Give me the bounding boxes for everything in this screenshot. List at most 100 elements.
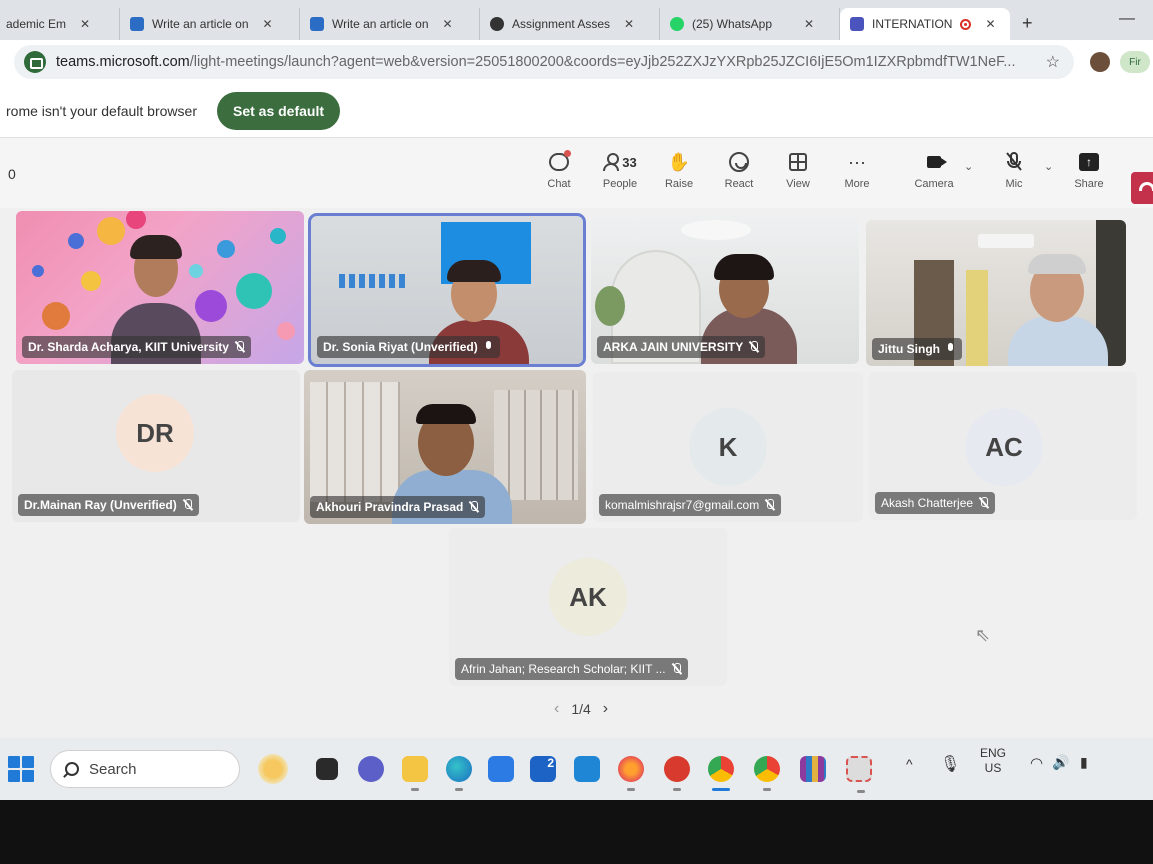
chrome-profile-icon[interactable] [754, 756, 780, 791]
participant-hair [714, 254, 774, 280]
camera-options-chevron-icon[interactable]: ⌄ [964, 160, 973, 173]
camera-button[interactable]: Camera [906, 150, 962, 190]
raise-label: Raise [664, 178, 694, 190]
participant-tile[interactable]: ARKA JAIN UNIVERSITY [591, 216, 859, 364]
avatar: AK [549, 558, 627, 636]
omnibox[interactable]: teams.microsoft.com/light-meetings/launc… [14, 45, 1074, 79]
battery-icon[interactable]: ▮ [1080, 754, 1088, 771]
share-button[interactable]: ↑ Share [1061, 150, 1117, 190]
name-tag: Dr. Sonia Riyat (Unverified) [317, 336, 500, 358]
view-button[interactable]: View [770, 150, 826, 190]
participant-name: ARKA JAIN UNIVERSITY [603, 340, 744, 354]
tab-write-article-1[interactable]: Write an article on ✕ [120, 8, 300, 40]
people-count: 33 [622, 154, 637, 170]
raise-hand-button[interactable]: ✋ Raise [651, 150, 707, 191]
taskbar-search[interactable]: Search [50, 750, 240, 788]
address-bar-row: teams.microsoft.com/light-meetings/launc… [0, 40, 1153, 84]
profile-button[interactable]: Fir [1120, 51, 1150, 73]
bookmark-star-icon[interactable]: ☆ [1046, 52, 1060, 72]
mic-muted-icon [765, 499, 775, 511]
share-icon: ↑ [1079, 153, 1099, 171]
chrome-icon[interactable] [708, 756, 734, 791]
snipping-tool-icon[interactable] [846, 756, 872, 793]
close-icon[interactable]: ✕ [804, 17, 814, 31]
grid-view-icon [789, 153, 807, 171]
participant-tile[interactable]: Jittu Singh [866, 220, 1126, 366]
gallery-pager: ‹ 1/4 › [554, 700, 608, 718]
widgets-icon[interactable] [258, 754, 288, 784]
close-icon[interactable]: ✕ [985, 17, 995, 31]
chat-icon [549, 150, 571, 171]
people-button[interactable]: 33 People [592, 150, 648, 190]
avatar: K [689, 408, 767, 486]
start-quadrant [22, 756, 34, 768]
camera-icon [927, 156, 947, 168]
new-tab-button[interactable]: + [1022, 13, 1033, 34]
next-page-button[interactable]: › [603, 700, 608, 718]
participant-hair [130, 235, 182, 259]
window-panel-right [494, 390, 578, 500]
tab-whatsapp[interactable]: (25) WhatsApp ✕ [660, 8, 840, 40]
firefox-icon[interactable] [618, 756, 644, 791]
wps-office-icon[interactable] [664, 756, 690, 791]
file-explorer-icon[interactable] [402, 756, 428, 791]
microphone-tray-icon[interactable]: 🎙 [940, 754, 960, 774]
url-text[interactable]: teams.microsoft.com/light-meetings/launc… [56, 54, 1036, 70]
language-indicator[interactable]: ENG US [980, 746, 1006, 776]
participant-tile-active-speaker[interactable]: Dr. Sonia Riyat (Unverified) [308, 213, 586, 367]
participant-tile[interactable]: Akhouri Pravindra Prasad [304, 370, 586, 524]
avatar: DR [116, 394, 194, 472]
previous-page-button[interactable]: ‹ [554, 700, 559, 718]
close-icon[interactable]: ✕ [624, 17, 634, 31]
extension-icon[interactable] [1090, 52, 1110, 72]
participant-tile[interactable]: K komalmishrajsr7@gmail.com [593, 372, 863, 522]
mic-muted-icon [672, 663, 682, 675]
task-view-icon[interactable] [316, 758, 338, 780]
participant-tile[interactable]: DR Dr.Mainan Ray (Unverified) [12, 370, 300, 522]
leave-call-button[interactable] [1131, 172, 1153, 204]
winrar-icon[interactable] [800, 756, 826, 782]
mic-muted-icon [469, 501, 479, 513]
volume-icon[interactable]: 🔊 [1052, 754, 1069, 771]
participant-tile[interactable]: AK Afrin Jahan; Research Scholar; KIIT .… [449, 528, 727, 686]
teams-chat-icon[interactable] [358, 756, 384, 782]
edge-icon[interactable] [446, 756, 472, 791]
mic-muted-icon [749, 341, 759, 353]
ceiling-light [681, 220, 751, 240]
close-icon[interactable]: ✕ [263, 17, 273, 31]
name-tag: Akhouri Pravindra Prasad [310, 496, 486, 518]
react-button[interactable]: React [711, 150, 767, 190]
mic-button[interactable]: Mic [986, 150, 1042, 190]
minimize-button[interactable]: — [1119, 10, 1135, 28]
participant-name: Akash Chatterjee [881, 496, 974, 510]
store-icon[interactable] [488, 756, 514, 782]
mic-options-chevron-icon[interactable]: ⌄ [1044, 160, 1053, 173]
wifi-icon[interactable]: ◠ [1030, 754, 1043, 772]
tab-assignment[interactable]: Assignment Asses ✕ [480, 8, 660, 40]
close-icon[interactable]: ✕ [443, 17, 453, 31]
more-button[interactable]: ··· More [829, 150, 885, 191]
tab-write-article-2[interactable]: Write an article on ✕ [300, 8, 480, 40]
chat-button[interactable]: Chat [531, 150, 587, 190]
tab-title: Assignment Asses [512, 17, 611, 31]
site-info-icon[interactable] [24, 51, 46, 73]
participant-name: Afrin Jahan; Research Scholar; KIIT ... [461, 662, 666, 676]
tab-international[interactable]: INTERNATION ✕ [840, 8, 1010, 40]
start-button[interactable] [8, 756, 34, 782]
close-icon[interactable]: ✕ [80, 17, 90, 31]
people-label: People [602, 178, 638, 190]
lenovo-icon[interactable]: 2 [530, 756, 556, 782]
mouse-cursor-icon: ⇖ [975, 625, 991, 645]
start-quadrant [8, 770, 20, 782]
outlook-icon[interactable] [574, 756, 600, 782]
ac-unit [978, 234, 1034, 248]
url-path: /light-meetings/launch?agent=web&version… [189, 54, 1016, 70]
mic-label: Mic [1005, 178, 1023, 190]
whatsapp-icon [670, 17, 684, 31]
participant-tile[interactable]: AC Akash Chatterjee [869, 372, 1137, 520]
tab-academic[interactable]: ademic Em ✕ [0, 8, 120, 40]
participant-tile[interactable]: Dr. Sharda Acharya, KIIT University [16, 211, 304, 364]
name-tag: komalmishrajsr7@gmail.com [599, 494, 782, 516]
tray-overflow-chevron-icon[interactable]: ^ [906, 756, 913, 772]
set-as-default-button[interactable]: Set as default [216, 91, 341, 130]
